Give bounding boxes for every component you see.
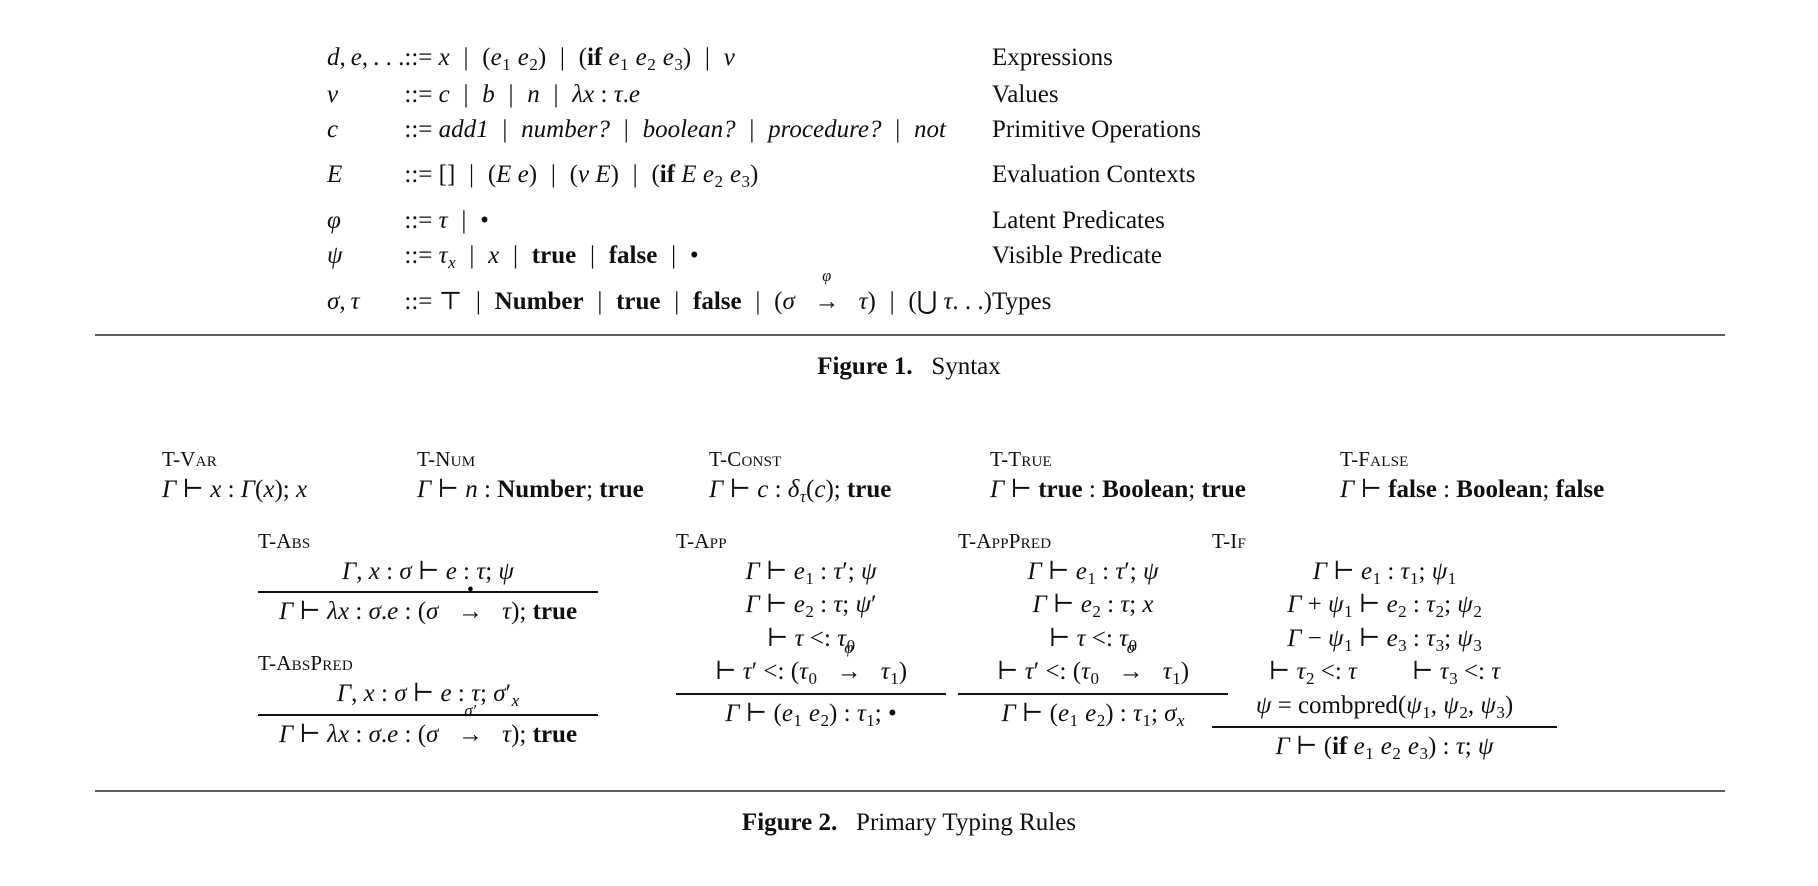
premise: Γ + ψ1 ⊢ e2 : τ2; ψ2 bbox=[1287, 591, 1482, 622]
grammar-row-types: σ, τ ::= ⊤ | Number | true | false | (σ … bbox=[327, 265, 1201, 320]
rule-name: T-AbsPred bbox=[258, 651, 353, 675]
grammar-row-contexts: E ::= [] | (E e) | (v E) | (if E e2 e3) E… bbox=[327, 148, 1201, 194]
grammar-definition: ::= c | b | n | λx : τ.e bbox=[404, 80, 640, 108]
rule-name: T-Abs bbox=[258, 529, 311, 553]
grammar-nonterminal: ψ bbox=[327, 242, 343, 270]
inference-line bbox=[258, 714, 598, 717]
grammar-definition: ::= x | (e1 e2) | (if e1 e2 e3) | v bbox=[404, 44, 735, 74]
grammar-definition: ::= τ | • bbox=[404, 206, 489, 234]
rule-t-var: T-Var Γ ⊢ x : Γ(x); x bbox=[162, 446, 307, 506]
latent-predicate-arrow: φ → bbox=[814, 265, 839, 316]
rule-t-const: T-Const Γ ⊢ c : δτ(c); true bbox=[709, 446, 891, 507]
inference-line bbox=[258, 590, 598, 593]
grammar-category-label: Types bbox=[991, 288, 1052, 316]
premise: ⊢ τ′ <: (τ0 σ → τ1) bbox=[996, 637, 1190, 689]
figure-2-rule bbox=[95, 790, 1725, 792]
premise: ψ = combpred(ψ1, ψ2, ψ3) bbox=[1255, 691, 1514, 722]
grammar-nonterminal: c bbox=[327, 116, 339, 144]
inference-line bbox=[958, 692, 1228, 695]
premise: Γ, x : σ ⊢ e : τ; ψ bbox=[342, 557, 514, 585]
rule-t-abs: T-Abs Γ, x : σ ⊢ e : τ; ψ Γ ⊢ λx : σ.e :… bbox=[258, 528, 598, 628]
rule-t-false: T-False Γ ⊢ false : Boolean; false bbox=[1340, 446, 1604, 506]
premise: ⊢ τ <: τ0 bbox=[1048, 624, 1138, 655]
figure-page: d, e, . . . ::= x | (e1 e2) | (if e1 e2 e3)… bbox=[0, 0, 1818, 886]
rule-name: T-App bbox=[676, 529, 727, 553]
rule-name: T-True bbox=[990, 447, 1052, 471]
rule-conclusion: Γ ⊢ n : Number; true bbox=[417, 475, 644, 503]
grammar-nonterminal: d, e, . . . bbox=[327, 44, 405, 71]
inference-line bbox=[1212, 726, 1557, 729]
grammar-nonterminal: E bbox=[327, 160, 343, 188]
rule-conclusion: Γ ⊢ x : Γ(x); x bbox=[162, 475, 308, 503]
figure-1-caption-text: Syntax bbox=[931, 353, 1001, 380]
figure-2-caption-label: Figure 2. bbox=[741, 809, 838, 836]
grammar-category-label: Primitive Operations bbox=[991, 116, 1201, 144]
premise: Γ ⊢ e1 : τ1; ψ1 bbox=[1312, 557, 1457, 588]
rule-conclusion: Γ ⊢ (if e1 e2 e3) : τ; ψ bbox=[1275, 733, 1494, 764]
rule-premises: Γ ⊢ e1 : τ1; ψ1 Γ + ψ1 ⊢ e2 : τ2; ψ2 Γ −… bbox=[1212, 556, 1557, 724]
figure-2-caption: Figure 2. Primary Typing Rules bbox=[0, 809, 1818, 837]
premise: Γ ⊢ e2 : τ; x bbox=[1032, 591, 1154, 622]
grammar-nonterminal: φ bbox=[327, 206, 341, 234]
rule-t-apppred: T-AppPred Γ ⊢ e1 : τ′; ψ Γ ⊢ e2 : τ; x ⊢… bbox=[958, 528, 1228, 731]
grammar-row-latent-predicates: φ ::= τ | • Latent Predicates bbox=[327, 194, 1201, 239]
rule-conclusion: Γ ⊢ (e1 e2) : τ1; • bbox=[725, 699, 897, 730]
latent-predicate-arrow: φ → bbox=[836, 637, 862, 686]
grammar-nonterminal: σ, τ bbox=[327, 288, 360, 316]
rule-name: T-False bbox=[1340, 447, 1409, 471]
rule-conclusion: Γ ⊢ (e1 e2) : τ1; σx bbox=[1001, 699, 1185, 730]
rule-t-abspred: T-AbsPred Γ, x : σ ⊢ e : τ; σ′x Γ ⊢ λx :… bbox=[258, 650, 598, 751]
grammar-definition: ::= [] | (E e) | (v E) | (if E e2 e3) bbox=[404, 160, 759, 191]
grammar-row-values: v ::= c | b | n | λx : τ.e Values bbox=[327, 77, 1201, 113]
grammar-definition: ::= τx | x | true | false | • bbox=[404, 242, 699, 272]
grammar-category-label: Values bbox=[991, 80, 1059, 108]
rule-name: T-If bbox=[1212, 529, 1247, 553]
premise: Γ − ψ1 ⊢ e3 : τ3; ψ3 bbox=[1287, 624, 1482, 655]
rule-premises: Γ ⊢ e1 : τ′; ψ Γ ⊢ e2 : τ; x ⊢ τ <: τ0 ⊢… bbox=[958, 556, 1228, 690]
grammar-row-visible-predicate: ψ ::= τx | x | true | false | • Visible … bbox=[327, 238, 1201, 275]
rule-conclusion: Γ ⊢ λx : σ.e : (σ • → τ); true bbox=[258, 578, 598, 628]
figure-2-caption-text: Primary Typing Rules bbox=[856, 809, 1077, 836]
rule-conclusion: Γ ⊢ λx : σ.e : (σ σ′ → τ); true bbox=[258, 700, 598, 751]
grammar-category-label: Latent Predicates bbox=[991, 206, 1165, 234]
figure-1-syntax: d, e, . . . ::= x | (e1 e2) | (if e1 e2 e3)… bbox=[0, 40, 1818, 320]
rule-name: T-AppPred bbox=[958, 529, 1052, 553]
premise: ⊢ τ′ <: (τ0 φ → τ1) bbox=[714, 637, 908, 689]
rule-t-true: T-True Γ ⊢ true : Boolean; true bbox=[990, 446, 1246, 506]
rule-t-app: T-App Γ ⊢ e1 : τ′; ψ Γ ⊢ e2 : τ; ψ′ ⊢ τ … bbox=[676, 528, 946, 731]
rule-conclusion: Γ ⊢ false : Boolean; false bbox=[1340, 475, 1605, 503]
grammar-nonterminal: v bbox=[327, 80, 339, 108]
grammar-row-expressions: d, e, . . . ::= x | (e1 e2) | (if e1 e2 e3)… bbox=[327, 40, 1201, 77]
grammar-row-primitives: c ::= add1 | number? | boolean? | proced… bbox=[327, 112, 1201, 148]
latent-predicate-arrow: • → bbox=[458, 578, 483, 625]
premise: Γ ⊢ e1 : τ′; ψ bbox=[745, 557, 877, 588]
latent-predicate-arrow: σ′ → bbox=[458, 700, 483, 749]
rule-premises: Γ ⊢ e1 : τ′; ψ Γ ⊢ e2 : τ; ψ′ ⊢ τ <: τ0 … bbox=[676, 556, 946, 690]
figure-1-caption: Figure 1. Syntax bbox=[0, 353, 1818, 381]
rule-conclusion: Γ ⊢ true : Boolean; true bbox=[990, 475, 1246, 503]
inference-line bbox=[676, 692, 946, 695]
premise: Γ ⊢ e2 : τ; ψ′ bbox=[745, 591, 877, 622]
rule-name: T-Num bbox=[417, 447, 476, 471]
grammar-definition: ::= add1 | number? | boolean? | procedur… bbox=[404, 116, 946, 144]
grammar-definition: ::= ⊤ | Number | true | false | (σ φ → τ)… bbox=[404, 265, 992, 320]
rule-t-num: T-Num Γ ⊢ n : Number; true bbox=[417, 446, 644, 506]
premise: Γ, x : σ ⊢ e : τ; σ′x bbox=[336, 679, 520, 710]
premise: Γ ⊢ e1 : τ′; ψ bbox=[1027, 557, 1159, 588]
figure-1-rule bbox=[95, 334, 1725, 336]
syntax-grammar-table: d, e, . . . ::= x | (e1 e2) | (if e1 e2 e3)… bbox=[327, 40, 1201, 320]
grammar-category-label: Expressions bbox=[991, 44, 1113, 71]
grammar-category-label: Evaluation Contexts bbox=[991, 160, 1196, 188]
rule-premises: Γ, x : σ ⊢ e : τ; ψ bbox=[258, 556, 598, 588]
premise: ⊢ τ <: τ0 bbox=[766, 624, 856, 655]
rule-name: T-Var bbox=[162, 447, 217, 471]
rule-name: T-Const bbox=[709, 447, 782, 471]
figure-1-caption-label: Figure 1. bbox=[817, 353, 913, 380]
grammar-category-label: Visible Predicate bbox=[991, 242, 1162, 270]
rule-conclusion: Γ ⊢ c : δτ(c); true bbox=[709, 475, 892, 506]
latent-predicate-arrow: σ → bbox=[1118, 637, 1144, 686]
premise: ⊢ τ2 <: τ ⊢ τ3 <: τ bbox=[1268, 658, 1501, 689]
rule-t-if: T-If Γ ⊢ e1 : τ1; ψ1 Γ + ψ1 ⊢ e2 : τ2; ψ… bbox=[1212, 528, 1557, 765]
rule-premises: Γ, x : σ ⊢ e : τ; σ′x bbox=[258, 678, 598, 712]
